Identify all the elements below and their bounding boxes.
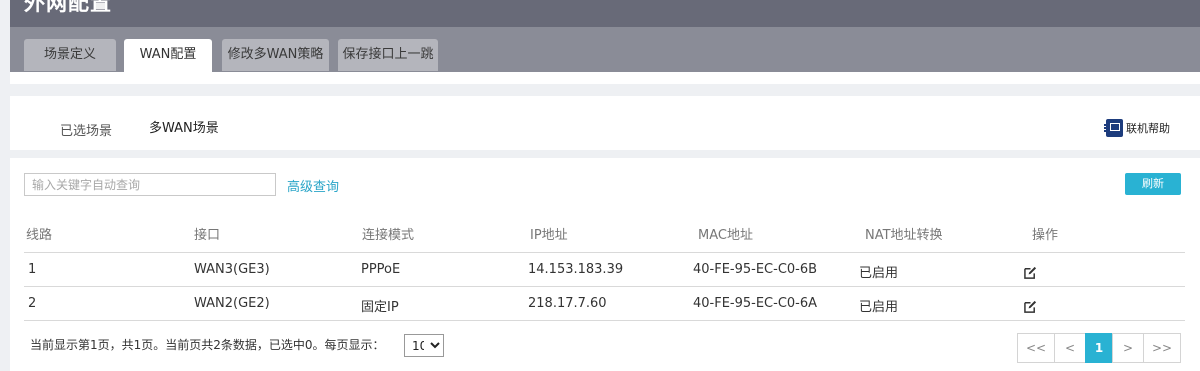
tab-save-interface-next-hop[interactable]: 保存接口上一跳 [338,39,438,71]
cell-line: 2 [28,296,37,311]
cell-line: 1 [28,262,37,277]
table-header: 线路 接口 连接模式 IP地址 MAC地址 NAT地址转换 操作 [10,224,1185,254]
subtab-selected-scene[interactable]: 已选场景 [60,120,112,139]
pagination-summary: 当前显示第1页，共1页。当前页共2条数据，已选中0。每页显示： [30,338,385,352]
online-help-label: 联机帮助 [1126,122,1170,135]
help-book-icon [1104,119,1123,137]
col-nat: NAT地址转换 [865,228,943,243]
tab-wan-config[interactable]: WAN配置 [124,39,212,73]
edit-icon[interactable] [1024,266,1037,279]
cell-ip: 218.17.7.60 [528,296,607,311]
cell-interface: WAN2(GE2) [194,296,270,311]
col-actions: 操作 [1032,228,1059,243]
next-page-button[interactable]: > [1112,333,1144,363]
pagination: << < 1 > >> [1017,333,1181,363]
scene-panel: 已选场景 多WAN场景 联机帮助 [10,96,1200,150]
cell-interface: WAN3(GE3) [194,262,270,277]
current-page-button[interactable]: 1 [1085,333,1113,363]
wan-table-panel: 高级查询 刷新 线路 接口 连接模式 IP地址 MAC地址 NAT地址转换 操作… [10,158,1200,371]
table-row: 2 WAN2(GE2) 固定IP 218.17.7.60 40-FE-95-EC… [24,286,1185,320]
tab-bar: 场景定义 WAN配置 修改多WAN策略 保存接口上一跳 [10,27,1200,73]
last-page-button[interactable]: >> [1143,333,1181,363]
tab-scene-definition[interactable]: 场景定义 [24,39,116,71]
page-size-select[interactable]: 10 [404,334,444,357]
cell-ip: 14.153.183.39 [528,262,624,277]
first-page-button[interactable]: << [1017,333,1055,363]
online-help-link[interactable]: 联机帮助 [1104,119,1170,137]
cell-mac: 40-FE-95-EC-C0-6A [693,296,818,311]
col-line: 线路 [26,228,53,243]
table-bottom-border [24,320,1185,321]
cell-mac: 40-FE-95-EC-C0-6B [693,262,818,277]
page-header: 外网配置 场景定义 WAN配置 修改多WAN策略 保存接口上一跳 [10,0,1200,73]
cell-nat: 已启用 [859,266,899,281]
cell-mode: 固定IP [361,300,399,315]
col-mac-address: MAC地址 [698,228,753,243]
tab-modify-multiwan-policy[interactable]: 修改多WAN策略 [222,39,329,71]
edit-icon[interactable] [1024,300,1037,313]
col-interface: 接口 [194,228,221,243]
table-row: 1 WAN3(GE3) PPPoE 14.153.183.39 40-FE-95… [24,252,1185,286]
refresh-button[interactable]: 刷新 [1125,173,1181,195]
search-input[interactable] [24,173,276,196]
col-ip-address: IP地址 [530,228,568,243]
tab-content-strip [10,72,1200,84]
page-title: 外网配置 [24,0,112,15]
subtab-multi-wan-scene[interactable]: 多WAN场景 [149,117,219,136]
advanced-query-link[interactable]: 高级查询 [287,176,339,195]
prev-page-button[interactable]: < [1054,333,1086,363]
col-connection-mode: 连接模式 [362,228,415,243]
cell-nat: 已启用 [859,300,899,315]
cell-mode: PPPoE [361,262,401,277]
